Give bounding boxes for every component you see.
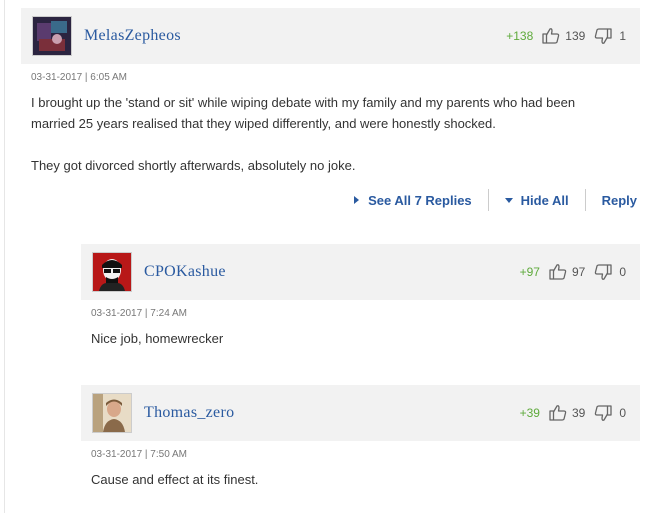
thumbs-down-icon[interactable] xyxy=(593,26,613,46)
thread-divider xyxy=(4,0,5,513)
reply-label: Reply xyxy=(601,192,637,208)
score: +39 xyxy=(519,406,540,420)
comment-line xyxy=(31,134,631,155)
avatar[interactable] xyxy=(92,393,132,433)
dislike-count: 0 xyxy=(619,265,626,279)
like-count: 97 xyxy=(571,265,586,279)
reply-header: Thomas_zero +39 39 0 xyxy=(81,385,640,441)
dislike-count: 1 xyxy=(619,29,626,43)
username[interactable]: Thomas_zero xyxy=(144,404,234,422)
thumbs-down-icon[interactable] xyxy=(593,403,613,423)
timestamp: 03-31-2017 | 7:50 AM xyxy=(91,449,187,460)
timestamp: 03-31-2017 | 7:24 AM xyxy=(91,308,187,319)
thumbs-down-icon[interactable] xyxy=(593,262,613,282)
like-count: 39 xyxy=(571,406,586,420)
score: +138 xyxy=(506,29,534,43)
thumbs-up-icon[interactable] xyxy=(541,26,561,46)
thumbs-up-icon[interactable] xyxy=(548,403,568,423)
caret-down-icon xyxy=(504,197,513,203)
username[interactable]: CPOKashue xyxy=(144,263,226,281)
vote-bar: +97 97 0 xyxy=(520,244,626,300)
thumbs-up-icon[interactable] xyxy=(548,262,568,282)
action-divider xyxy=(584,189,586,211)
comment-body: I brought up the 'stand or sit' while wi… xyxy=(31,92,631,176)
avatar[interactable] xyxy=(92,252,132,292)
dislike-count: 0 xyxy=(619,406,626,420)
comment-line: They got divorced shortly afterwards, ab… xyxy=(31,158,356,173)
hide-all-button[interactable]: Hide All xyxy=(504,192,569,208)
comment-line: Cause and effect at its finest. xyxy=(91,472,259,487)
vote-bar: +138 139 1 xyxy=(506,8,626,64)
see-all-label: See All 7 Replies xyxy=(368,192,472,208)
comment-actions: See All 7 Replies Hide All Reply xyxy=(354,188,637,212)
username[interactable]: MelasZepheos xyxy=(84,27,181,45)
comment-body: Cause and effect at its finest. xyxy=(91,469,631,490)
reply-button[interactable]: Reply xyxy=(602,193,637,208)
action-divider xyxy=(487,189,489,211)
comment-header: MelasZepheos +138 139 1 xyxy=(21,8,640,64)
comment-line: married 25 years realised that they wipe… xyxy=(31,116,496,131)
caret-right-icon xyxy=(354,196,360,204)
reply-header: CPOKashue +97 97 0 xyxy=(81,244,640,300)
score: +97 xyxy=(519,265,540,279)
avatar[interactable] xyxy=(32,16,72,56)
timestamp: 03-31-2017 | 6:05 AM xyxy=(31,72,127,83)
comment-line: I brought up the 'stand or sit' while wi… xyxy=(31,95,576,110)
see-all-replies-button[interactable]: See All 7 Replies xyxy=(354,193,472,208)
vote-bar: +39 39 0 xyxy=(520,385,626,441)
comment-line: Nice job, homewrecker xyxy=(91,331,224,346)
hide-all-label: Hide All xyxy=(520,192,569,208)
comment-body: Nice job, homewrecker xyxy=(91,328,631,349)
like-count: 139 xyxy=(565,29,586,43)
